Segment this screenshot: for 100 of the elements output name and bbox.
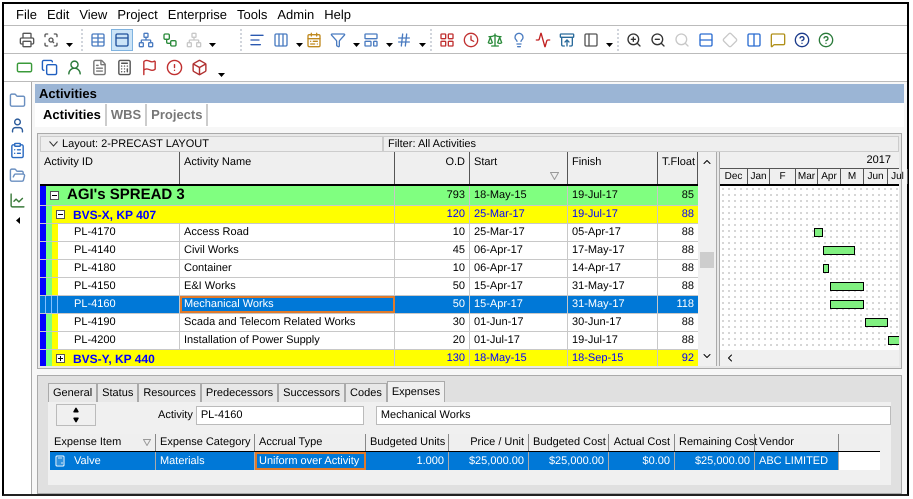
gantt-bar[interactable] [830,282,864,291]
detail-tab[interactable]: Codes [345,383,387,402]
column-header[interactable]: Actual Cost [609,434,675,451]
column-header[interactable]: Remaining Cost [675,434,755,451]
menu-item[interactable]: View [79,4,108,24]
dropdown-caret-icon[interactable] [606,42,613,46]
gantt-bar[interactable] [888,336,899,345]
table-cell: 15-Apr-17 [470,278,568,295]
document-icon[interactable] [91,59,108,76]
detail-tab[interactable]: Successors [278,383,346,402]
gantt-bar[interactable] [823,264,829,273]
dropdown-caret-icon[interactable] [66,42,73,46]
expense-row[interactable]: Valve Materials Uniform over Activity 1.000 $25,000.00 $25,000.00 $0.00 $25,000.00 ABC LIMITED [50,452,839,470]
menu-item[interactable]: Project [117,4,158,24]
column-header[interactable]: Accrual Type [255,434,366,451]
column-header[interactable]: Finish [568,152,658,184]
activity-row[interactable]: PL-4170 Access Road 10 25-Mar-17 05-Apr-17 88 [40,224,698,242]
view-tab[interactable]: WBS [106,104,148,126]
table-cell: 50 [395,296,470,313]
list-icon[interactable] [9,142,26,159]
month-label: M [841,169,864,184]
table-cell: $0.00 [609,452,675,470]
activity-row[interactable]: PL-4140 Civil Works 45 06-Apr-17 17-May-17 88 [40,242,698,260]
collapse-arrow-icon[interactable] [16,217,20,224]
user-icon[interactable] [9,117,26,134]
activity-row[interactable]: PL-4200 Installation of Power Supply 20 01-Jul-17 19-Jul-17 88 [40,332,698,350]
move-buttons[interactable] [56,404,96,426]
column-header[interactable]: Activity ID [40,152,180,184]
collapse-icon[interactable] [56,210,65,219]
dropdown-caret-icon[interactable] [209,42,216,46]
column-header[interactable]: Expense Item [50,434,156,451]
vertical-scrollbar[interactable] [698,152,716,366]
calculator-icon[interactable] [116,59,133,76]
gantt-bar[interactable] [830,300,864,309]
user-icon[interactable] [66,59,83,76]
column-header[interactable]: O.D [395,152,470,184]
dropdown-caret-icon[interactable] [218,73,225,77]
activity-id-field[interactable]: PL-4160 [196,406,364,424]
zoom-in-icon [626,32,642,48]
open-folder-icon[interactable] [9,167,26,184]
flag-icon[interactable] [141,59,158,76]
column-header[interactable]: Budgeted Cost [529,434,609,451]
view-tab[interactable]: Projects [147,104,208,126]
menu-item[interactable]: File [16,4,37,24]
detail-tab[interactable]: General [48,383,98,402]
table-cell: Container [180,260,395,277]
detail-tab[interactable]: Status [97,383,138,402]
activity-row[interactable]: PL-4160 Mechanical Works 50 15-Apr-17 31-May-17 118 [40,296,698,314]
activity-row[interactable]: PL-4150 E&I Works 50 15-Apr-17 31-May-17 88 [40,278,698,296]
menu-item[interactable]: Tools [237,4,268,24]
down-arrow-icon[interactable] [73,417,79,423]
dropdown-caret-icon[interactable] [296,42,303,46]
table-cell: 19-Jul-17 [568,186,658,205]
table-cell: 15-Apr-17 [470,296,568,313]
group-row[interactable]: AGI's SPREAD 3 793 18-May-15 19-Jul-17 85 [40,186,698,206]
copy-icon[interactable] [41,59,58,76]
menu-item[interactable]: Help [324,4,351,24]
dropdown-caret-icon[interactable] [419,42,426,46]
column-header[interactable]: Activity Name [180,152,395,184]
gantt-bar[interactable] [814,228,823,237]
menu-item[interactable]: Admin [277,4,314,24]
table-cell: PL-4160 [58,296,180,313]
gantt-bar[interactable] [823,246,855,255]
filter-bar[interactable]: Filter: All Activities [383,136,899,152]
detail-tab[interactable]: Resources [138,383,201,402]
month-label: Jun [864,169,888,184]
menu-item[interactable]: Edit [46,4,70,24]
folder-icon[interactable] [9,92,26,109]
table-cell: 18-Sep-15 [568,350,658,366]
table-cell: PL-4170 [58,224,180,241]
collapse-icon[interactable] [50,191,59,200]
column-header[interactable]: Budgeted Units [366,434,449,451]
alert-icon[interactable] [166,59,183,76]
activity-name-field[interactable]: Mechanical Works [376,406,891,424]
detail-tab[interactable]: Predecessors [200,383,278,402]
print-preview-icon [43,32,59,48]
expand-icon[interactable] [56,354,65,363]
network-view-icon [138,32,154,48]
wbs-row[interactable]: BVS-Y, KP 440 130 18-May-15 18-Sep-15 92 [40,350,698,366]
detail-tab[interactable]: Expenses [386,381,446,402]
toolbar-button[interactable] [111,28,133,50]
table-cell-text: 88 [680,207,695,222]
menu-item[interactable]: Enterprise [168,4,228,24]
activity-row[interactable]: PL-4190 Scada and Telecom Related Works 30 01-Jun-17 30-Jun-17 88 [40,314,698,332]
dropdown-caret-icon[interactable] [386,42,393,46]
column-header[interactable]: Start [470,152,568,184]
gantt-bar[interactable] [865,318,888,327]
activity-row[interactable]: PL-4180 Container 10 06-Apr-17 14-Apr-17 88 [40,260,698,278]
table-cell-text: 88 [680,225,695,240]
column-header[interactable]: Expense Category [156,434,255,451]
scroll-thumb[interactable] [700,252,714,268]
column-header[interactable]: Price / Unit [449,434,529,451]
chart-icon[interactable] [9,192,26,209]
up-arrow-icon[interactable] [73,407,79,413]
progress-line-icon [535,32,551,48]
cube-icon[interactable] [191,59,208,76]
wbs-name: BVS-Y, KP 440 [73,350,155,366]
wbs-row[interactable]: BVS-X, KP 407 120 25-Mar-17 19-Jul-17 88 [40,206,698,224]
layout-bar[interactable]: Layout: 2-PRECAST LAYOUT [40,136,383,152]
dropdown-caret-icon[interactable] [353,42,360,46]
